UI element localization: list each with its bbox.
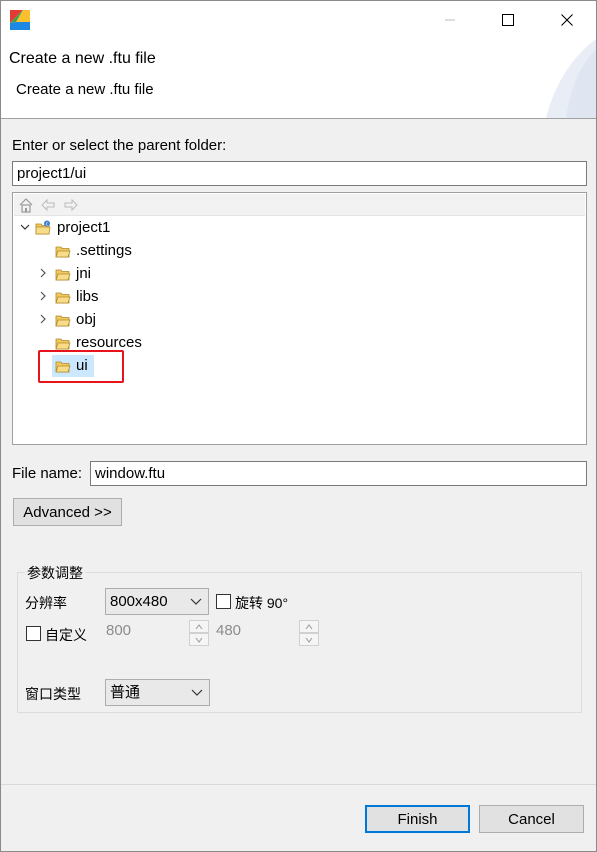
selection-highlight-box — [38, 350, 124, 383]
tree-item-label: project1 — [57, 219, 111, 236]
spin-down-button[interactable] — [189, 633, 209, 646]
width-spinner[interactable] — [189, 620, 209, 646]
tree-item-libs[interactable]: libs — [13, 286, 586, 308]
chevron-right-icon[interactable] — [37, 313, 49, 325]
resolution-select[interactable]: 800x480 — [105, 588, 209, 615]
wizard-header: Create a new .ftu file Create a new .ftu… — [1, 39, 596, 118]
chevron-right-icon[interactable] — [37, 290, 49, 302]
header-description: Create a new .ftu file — [16, 81, 154, 98]
header-divider — [1, 118, 596, 119]
app-logo-icon — [10, 10, 30, 30]
height-spinner[interactable] — [299, 620, 319, 646]
params-group-title: 参数调整 — [25, 563, 85, 583]
resolution-label: 分辨率 — [25, 595, 67, 611]
tree-item-jni[interactable]: jni — [13, 263, 586, 285]
new-ftu-file-dialog: Create a new .ftu file Create a new .ftu… — [0, 0, 597, 852]
minimize-button[interactable] — [421, 1, 479, 39]
tree-toolbar — [14, 194, 585, 216]
chevron-right-icon[interactable] — [37, 267, 49, 279]
tree-item-label: libs — [76, 288, 99, 305]
resolution-select-value: 800x480 — [110, 593, 168, 610]
tree-item-settings[interactable]: .settings — [13, 240, 586, 262]
folder-icon — [55, 269, 71, 281]
home-icon[interactable] — [18, 197, 34, 213]
tree-item-label: obj — [76, 311, 97, 328]
arrow-down-icon — [195, 637, 203, 643]
tree-item-label: jni — [76, 265, 92, 282]
project-folder-icon: c — [35, 220, 51, 235]
header-title: Create a new .ftu file — [9, 50, 156, 67]
tree-item-label: .settings — [76, 242, 132, 259]
close-icon — [561, 14, 573, 26]
folder-icon — [55, 292, 71, 304]
arrow-up-icon — [195, 624, 203, 630]
custom-label: 自定义 — [45, 627, 87, 643]
window-type-select-value: 普通 — [110, 684, 141, 701]
header-banner-graphic — [546, 39, 596, 118]
parent-folder-label: Enter or select the parent folder: — [12, 137, 227, 154]
finish-button[interactable]: Finish — [365, 805, 470, 833]
cancel-button[interactable]: Cancel — [479, 805, 584, 833]
window-type-select[interactable]: 普通 — [105, 679, 210, 706]
chevron-down-icon[interactable] — [19, 221, 31, 233]
folder-tree[interactable]: c project1 .settings jni libs obj resour… — [12, 192, 587, 445]
custom-width-input[interactable]: 800 — [106, 622, 131, 639]
folder-icon — [55, 338, 71, 350]
arrow-down-icon — [305, 637, 313, 643]
window-type-label: 窗口类型 — [25, 686, 81, 702]
arrow-up-icon — [305, 624, 313, 630]
svg-text:c: c — [46, 222, 49, 228]
parent-folder-input[interactable]: project1/ui — [12, 161, 587, 186]
rotate-checkbox[interactable] — [216, 594, 231, 609]
title-bar — [1, 1, 596, 39]
footer-divider — [1, 784, 596, 785]
maximize-button[interactable] — [479, 1, 537, 39]
chevron-down-icon — [191, 689, 203, 696]
close-button[interactable] — [538, 1, 596, 39]
tree-item-obj[interactable]: obj — [13, 309, 586, 331]
tree-item-project1[interactable]: c project1 — [13, 217, 586, 239]
custom-checkbox[interactable] — [26, 626, 41, 641]
forward-arrow-icon[interactable] — [63, 197, 79, 213]
advanced-button[interactable]: Advanced >> — [13, 498, 122, 526]
back-arrow-icon[interactable] — [40, 197, 56, 213]
spin-down-button[interactable] — [299, 633, 319, 646]
chevron-down-icon — [190, 598, 202, 605]
rotate-label: 旋转 90° — [235, 595, 289, 611]
custom-height-input[interactable]: 480 — [216, 622, 241, 639]
file-name-label: File name: — [12, 465, 83, 482]
spin-up-button[interactable] — [299, 620, 319, 633]
folder-icon — [55, 246, 71, 258]
spin-up-button[interactable] — [189, 620, 209, 633]
maximize-icon — [502, 14, 514, 26]
file-name-input[interactable]: window.ftu — [90, 461, 587, 486]
minimize-icon — [445, 19, 455, 21]
folder-icon — [55, 315, 71, 327]
